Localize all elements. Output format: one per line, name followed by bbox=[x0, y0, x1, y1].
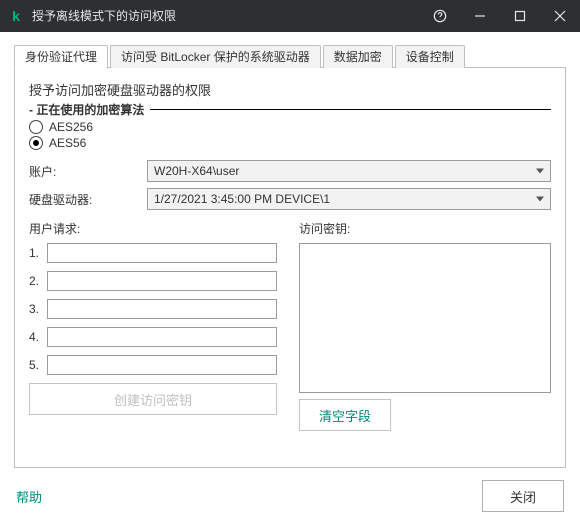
help-icon bbox=[433, 9, 447, 23]
tab-device-control[interactable]: 设备控制 bbox=[395, 45, 465, 68]
titlebar-help-button[interactable] bbox=[420, 0, 460, 32]
user-requests-label: 用户请求: bbox=[29, 220, 277, 237]
request-index: 5. bbox=[29, 358, 47, 372]
request-input-3[interactable] bbox=[47, 299, 277, 319]
drive-value: 1/27/2021 3:45:00 PM DEVICE\1 bbox=[154, 192, 330, 206]
request-input-5[interactable] bbox=[47, 355, 277, 375]
minimize-icon bbox=[474, 10, 486, 22]
request-index: 2. bbox=[29, 274, 47, 288]
drive-select[interactable]: 1/27/2021 3:45:00 PM DEVICE\1 bbox=[147, 188, 551, 210]
request-input-1[interactable] bbox=[47, 243, 277, 263]
tab-data-encryption[interactable]: 数据加密 bbox=[323, 45, 393, 68]
algorithm-option-aes256[interactable]: AES256 bbox=[29, 120, 551, 134]
request-input-4[interactable] bbox=[47, 327, 277, 347]
tab-bitlocker-drive[interactable]: 访问受 BitLocker 保护的系统驱动器 bbox=[110, 45, 321, 68]
request-input-2[interactable] bbox=[47, 271, 277, 291]
account-label: 账户: bbox=[29, 163, 147, 180]
radio-icon bbox=[29, 120, 43, 134]
page-heading: 授予访问加密硬盘驱动器的权限 bbox=[29, 80, 551, 99]
access-key-textarea[interactable] bbox=[299, 243, 551, 393]
close-button[interactable]: 关闭 bbox=[482, 480, 564, 512]
algorithm-option-label: AES256 bbox=[49, 120, 93, 134]
radio-icon bbox=[29, 136, 43, 150]
tabs: 身份验证代理 访问受 BitLocker 保护的系统驱动器 数据加密 设备控制 bbox=[14, 46, 566, 68]
algorithm-option-aes56[interactable]: AES56 bbox=[29, 136, 551, 150]
request-index: 1. bbox=[29, 246, 47, 260]
account-value: W20H-X64\user bbox=[154, 164, 239, 178]
app-logo-icon: k bbox=[8, 8, 24, 24]
algorithm-group-label: - 正在使用的加密算法 bbox=[29, 101, 150, 118]
account-select[interactable]: W20H-X64\user bbox=[147, 160, 551, 182]
request-index: 3. bbox=[29, 302, 47, 316]
access-key-label: 访问密钥: bbox=[299, 220, 551, 237]
request-index: 4. bbox=[29, 330, 47, 344]
drive-label: 硬盘驱动器: bbox=[29, 191, 147, 208]
titlebar-maximize-button[interactable] bbox=[500, 0, 540, 32]
close-icon bbox=[554, 10, 566, 22]
clear-fields-button[interactable]: 清空字段 bbox=[299, 399, 391, 431]
window-title: 授予离线模式下的访问权限 bbox=[32, 0, 420, 32]
create-access-key-button[interactable]: 创建访问密钥 bbox=[29, 383, 277, 415]
titlebar-close-button[interactable] bbox=[540, 0, 580, 32]
algorithm-group: - 正在使用的加密算法 AES256 AES56 bbox=[29, 109, 551, 150]
maximize-icon bbox=[514, 10, 526, 22]
help-link[interactable]: 帮助 bbox=[16, 487, 42, 506]
tab-auth-agent[interactable]: 身份验证代理 bbox=[14, 45, 108, 69]
algorithm-option-label: AES56 bbox=[49, 136, 86, 150]
titlebar-minimize-button[interactable] bbox=[460, 0, 500, 32]
